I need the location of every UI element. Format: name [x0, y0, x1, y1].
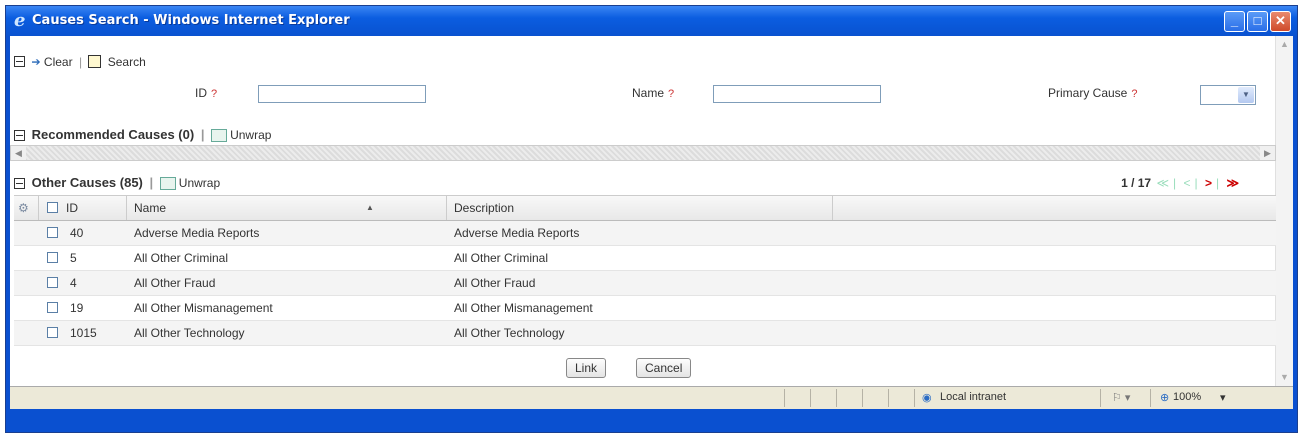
causes-table: ⚙ ID Name ▲ Description 40 Adverse Media…: [14, 195, 1276, 346]
scroll-right-icon[interactable]: ▶: [1260, 146, 1275, 160]
minimize-button[interactable]: _: [1224, 11, 1245, 32]
table-row[interactable]: 40 Adverse Media Reports Adverse Media R…: [14, 221, 1276, 246]
other-unwrap-link[interactable]: Unwrap: [179, 176, 220, 190]
scroll-down-icon[interactable]: ▼: [1276, 369, 1293, 386]
primary-cause-label: Primary Cause?: [1048, 86, 1138, 100]
last-page-button[interactable]: ≫: [1226, 176, 1239, 190]
chevron-down-icon[interactable]: ▼: [1238, 87, 1254, 103]
table-header-row: ⚙ ID Name ▲ Description: [14, 195, 1276, 221]
primary-cause-select[interactable]: ▼: [1200, 85, 1256, 105]
recommended-causes-header: Recommended Causes (0) | Unwrap: [14, 127, 271, 143]
unwrap-icon: [159, 177, 176, 191]
pager-separator: |: [1215, 176, 1220, 190]
page-indicator: 1 / 17: [1121, 176, 1152, 190]
column-header-id[interactable]: ID: [66, 196, 78, 220]
recommended-horizontal-scrollbar[interactable]: ◀ ▶: [10, 145, 1276, 161]
name-help-icon[interactable]: ?: [668, 88, 674, 100]
cancel-button[interactable]: Cancel: [636, 358, 692, 378]
zoom-chevron-down-icon[interactable]: ▾: [1220, 391, 1226, 404]
collapse-icon[interactable]: [14, 56, 25, 68]
cell-description: All Other Criminal: [454, 251, 549, 265]
id-label: ID?: [195, 86, 218, 100]
security-zone-text: Local intranet: [940, 391, 1007, 403]
recommended-causes-title: Recommended Causes (0): [31, 127, 195, 142]
row-checkbox[interactable]: [47, 227, 58, 238]
protected-mode-icon[interactable]: ⚐ ▾: [1112, 391, 1130, 404]
cell-name: All Other Criminal: [134, 251, 229, 265]
cell-description: All Other Fraud: [454, 276, 536, 290]
page-content: ▲ ▼ ➔ Clear | Search ID? Name? Primary C…: [10, 36, 1293, 386]
pager-separator: |: [1173, 176, 1177, 190]
maximize-button[interactable]: □: [1247, 11, 1268, 32]
cell-id: 4: [70, 276, 77, 290]
cell-id: 19: [70, 301, 84, 315]
cell-description: All Other Technology: [454, 326, 565, 340]
cell-name: All Other Fraud: [134, 276, 216, 290]
recommended-unwrap-link[interactable]: Unwrap: [230, 128, 271, 142]
toolbar-separator: |: [78, 54, 83, 69]
close-button[interactable]: ✕: [1270, 11, 1291, 32]
other-collapse-icon[interactable]: [14, 178, 25, 190]
id-help-icon[interactable]: ?: [211, 88, 217, 100]
other-causes-header: Other Causes (85) | Unwrap: [14, 175, 220, 191]
row-checkbox[interactable]: [47, 327, 58, 338]
cell-id: 40: [70, 226, 84, 240]
name-input[interactable]: [713, 85, 881, 103]
search-icon: [88, 55, 102, 69]
table-body: 40 Adverse Media Reports Adverse Media R…: [14, 221, 1276, 346]
title-bar: e Causes Search - Windows Internet Explo…: [6, 6, 1297, 36]
zoom-icon: ⊕: [1160, 392, 1170, 404]
cell-name: Adverse Media Reports: [134, 226, 260, 240]
scroll-up-icon[interactable]: ▲: [1276, 36, 1293, 53]
recommended-collapse-icon[interactable]: [14, 130, 25, 142]
primary-cause-help-icon[interactable]: ?: [1131, 88, 1137, 100]
pagination: 1 / 17 ≪ | < | > | ≫: [1121, 176, 1241, 190]
other-causes-title: Other Causes (85): [31, 175, 143, 190]
row-checkbox[interactable]: [47, 252, 58, 263]
vertical-scrollbar[interactable]: ▲ ▼: [1275, 36, 1293, 386]
cell-description: Adverse Media Reports: [454, 226, 580, 240]
search-link[interactable]: Search: [108, 55, 146, 69]
column-chooser-icon[interactable]: ⚙: [18, 196, 29, 220]
first-page-button[interactable]: ≪: [1156, 176, 1169, 190]
cell-description: All Other Mismanagement: [454, 301, 593, 315]
zoom-level[interactable]: 100%: [1173, 391, 1201, 403]
cell-id: 5: [70, 251, 77, 265]
column-header-name[interactable]: Name: [134, 196, 166, 220]
intranet-globe-icon: ◉: [922, 392, 932, 404]
ie-logo-icon: e: [14, 10, 26, 31]
link-button[interactable]: Link: [566, 358, 607, 378]
name-label: Name?: [632, 86, 675, 100]
column-header-description[interactable]: Description: [454, 196, 514, 220]
table-row[interactable]: 1015 All Other Technology All Other Tech…: [14, 321, 1276, 346]
other-separator: |: [149, 175, 154, 190]
window-title: Causes Search - Windows Internet Explore…: [32, 13, 350, 28]
scroll-left-icon[interactable]: ◀: [11, 146, 26, 160]
status-bar: ◉ Local intranet ⚐ ▾ ⊕ 100% ▾: [10, 386, 1293, 409]
id-input[interactable]: [258, 85, 426, 103]
table-row[interactable]: 5 All Other Criminal All Other Criminal: [14, 246, 1276, 271]
prev-page-button[interactable]: <: [1183, 176, 1190, 190]
table-row[interactable]: 19 All Other Mismanagement All Other Mis…: [14, 296, 1276, 321]
browser-window: e Causes Search - Windows Internet Explo…: [5, 5, 1298, 433]
sort-ascending-icon: ▲: [366, 203, 374, 212]
row-checkbox[interactable]: [47, 277, 58, 288]
select-all-checkbox[interactable]: [47, 202, 58, 213]
clear-arrow-icon: ➔: [31, 56, 41, 69]
cell-name: All Other Technology: [134, 326, 245, 340]
unwrap-icon: [211, 129, 228, 143]
search-toolbar: ➔ Clear | Search: [14, 54, 146, 72]
cell-name: All Other Mismanagement: [134, 301, 273, 315]
next-page-button[interactable]: >: [1205, 176, 1212, 190]
cell-id: 1015: [70, 326, 97, 340]
table-row[interactable]: 4 All Other Fraud All Other Fraud: [14, 271, 1276, 296]
recommended-separator: |: [200, 127, 205, 142]
pager-separator: |: [1194, 176, 1198, 190]
clear-link[interactable]: Clear: [44, 55, 73, 69]
row-checkbox[interactable]: [47, 302, 58, 313]
